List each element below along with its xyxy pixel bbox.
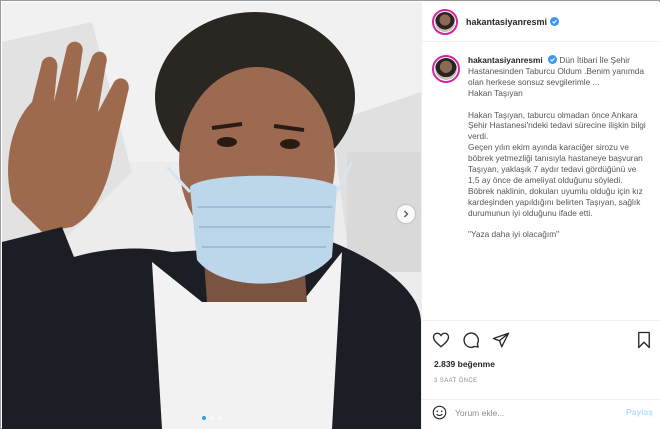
instagram-post-frame: hakantasiyanresmi hakantasiyanresmi Dün … [0, 0, 660, 429]
carousel-indicators [2, 416, 421, 420]
caption-line: Geçen yılın ekim ayında karaciğer sirozu… [468, 142, 643, 185]
avatar[interactable] [432, 8, 458, 35]
carousel-dot [209, 416, 214, 420]
post-actions: 2.839 beğenme 3 SAAT ÖNCE Paylaş [422, 320, 660, 424]
caption-line: Hakan Taşıyan [468, 87, 523, 98]
post-comment-button[interactable]: Paylaş [626, 407, 653, 417]
likes-count[interactable]: 2.839 beğenme [434, 359, 495, 369]
post-timestamp[interactable]: 3 SAAT ÖNCE [434, 378, 478, 384]
chevron-right-icon [404, 210, 409, 218]
comment-bar: Paylaş [422, 399, 660, 425]
post-caption: hakantasiyanresmi Dün İtibari İle Şehir … [422, 43, 660, 320]
verified-badge-icon [550, 17, 560, 26]
verified-badge-icon [548, 55, 558, 64]
carousel-dot [217, 416, 222, 420]
bookmark-icon[interactable] [635, 331, 653, 349]
heart-icon[interactable] [432, 331, 450, 349]
share-icon[interactable] [492, 331, 510, 349]
caption-line: Böbrek naklinin, dokuları uyumlu olduğu … [468, 185, 643, 218]
post-header: hakantasiyanresmi [422, 2, 660, 42]
caption-line: "Yaza daha iyi olacağım" [468, 229, 560, 240]
caption-line: Hakan Taşıyan, taburcu olmadan önce Anka… [468, 109, 646, 142]
post-side-panel: hakantasiyanresmi hakantasiyanresmi Dün … [421, 2, 660, 429]
carousel-dot [201, 416, 206, 420]
post-image [2, 2, 421, 429]
caption-avatar[interactable] [432, 55, 460, 83]
carousel-next-button[interactable] [397, 205, 415, 223]
username-link[interactable]: hakantasiyanresmi [466, 17, 547, 27]
comment-input[interactable] [455, 407, 615, 418]
post-photo[interactable] [2, 2, 421, 429]
comment-icon[interactable] [462, 331, 480, 349]
emoji-icon[interactable] [432, 405, 447, 420]
caption-text: hakantasiyanresmi Dün İtibari İle Şehir … [468, 55, 648, 240]
caption-username-link[interactable]: hakantasiyanresmi [468, 55, 543, 65]
